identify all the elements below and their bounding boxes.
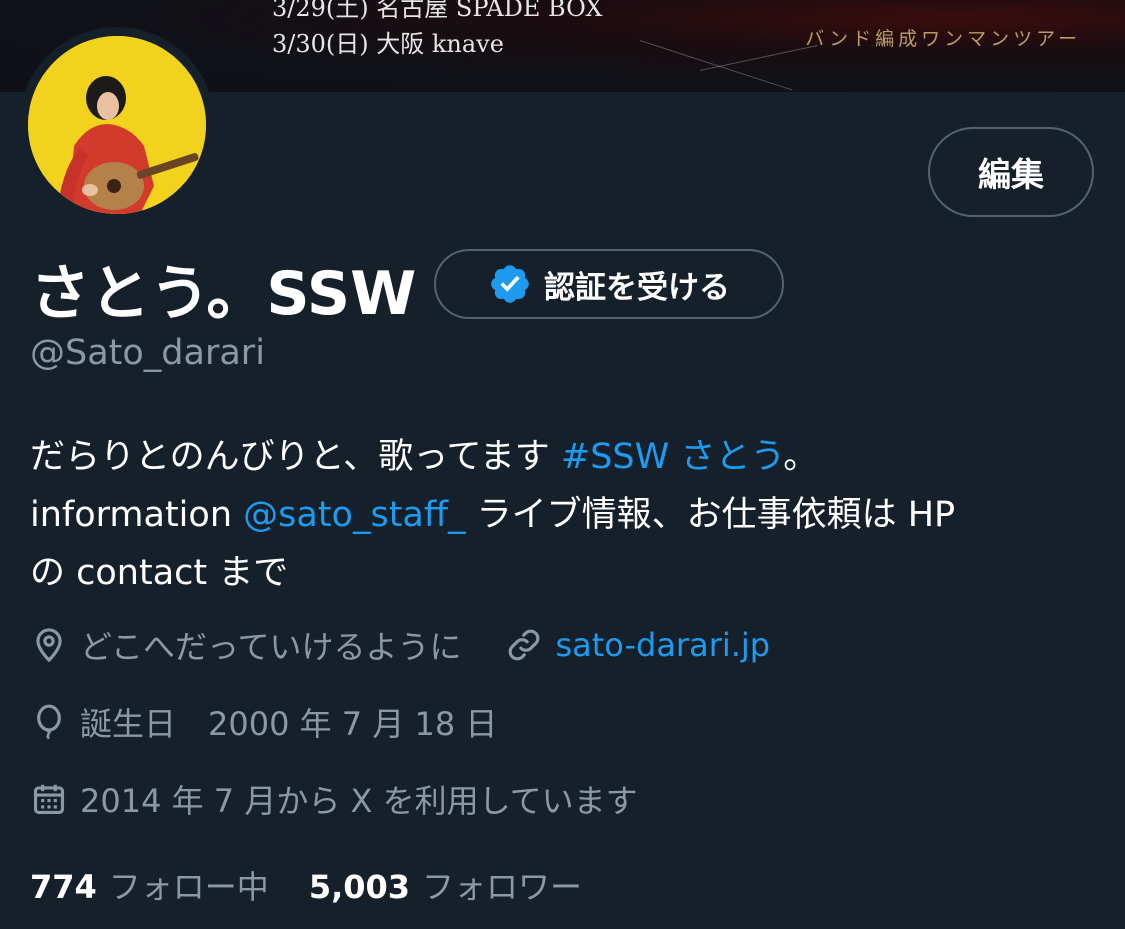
avatar-container[interactable] — [19, 27, 215, 223]
location-pin-icon — [36, 628, 62, 663]
website-link[interactable]: sato-darari.jp — [555, 626, 770, 664]
location-text: どこへだっていけるように — [80, 628, 462, 666]
banner-date-line: 3/30(日) 大阪 knave — [272, 30, 504, 58]
follow-stats: 774 フォロー中 5,003 フォロワー — [30, 862, 582, 908]
following-label: フォロー中 — [108, 868, 269, 906]
avatar[interactable] — [28, 36, 206, 214]
bio-text: 。 — [783, 437, 819, 477]
get-verified-label: 認証を受ける — [544, 269, 730, 306]
followers-label: フォロワー — [422, 868, 583, 906]
hashtag-link[interactable]: #SSW さとう — [561, 437, 783, 477]
edit-profile-button[interactable]: 編集 — [928, 127, 1094, 217]
bio-text: information — [30, 495, 244, 535]
avatar-image — [28, 36, 206, 214]
joined-row: 2014 年 7 月から X を利用しています — [30, 774, 638, 824]
birthday-row: 誕生日 2000 年 7 月 18 日 — [30, 697, 497, 747]
followers-link[interactable]: 5,003 フォロワー — [309, 862, 582, 908]
calendar-icon — [33, 784, 65, 815]
link-icon — [509, 629, 540, 661]
bio-text: だらりとのんびりと、歌ってます — [30, 437, 561, 477]
user-handle: @Sato_darari — [30, 333, 265, 373]
bio-line: information @sato_staff_ ライブ情報、お仕事依頼は HP — [30, 486, 1100, 544]
bio-line: だらりとのんびりと、歌ってます #SSW さとう。 — [30, 428, 1100, 486]
followers-count: 5,003 — [308, 868, 411, 906]
following-count: 774 — [30, 868, 97, 906]
birthday-text: 誕生日 2000 年 7 月 18 日 — [80, 705, 498, 743]
mention-link[interactable]: @sato_staff_ — [243, 495, 465, 535]
bio-text: ライブ情報、お仕事依頼は HP — [465, 495, 956, 535]
banner-decoration — [699, 45, 818, 71]
bio-line: の contact まで — [30, 553, 289, 593]
following-link[interactable]: 774 フォロー中 — [30, 862, 269, 908]
joined-text: 2014 年 7 月から X を利用しています — [80, 782, 638, 820]
verified-badge-icon — [491, 265, 529, 303]
profile-bio: だらりとのんびりと、歌ってます #SSW さとう。 information @s… — [30, 428, 1100, 602]
location-row: どこへだっていけるように sato-darari.jp — [30, 620, 770, 670]
banner-date-line: 3/29(土) 名古屋 SPADE BOX — [272, 0, 603, 22]
get-verified-button[interactable]: 認証を受ける — [434, 249, 784, 319]
balloon-icon — [37, 704, 61, 740]
banner-subtitle: バンド編成ワンマンツアー — [805, 28, 1081, 50]
display-name: さとう。SSW — [30, 259, 417, 329]
banner-decoration — [639, 40, 793, 91]
